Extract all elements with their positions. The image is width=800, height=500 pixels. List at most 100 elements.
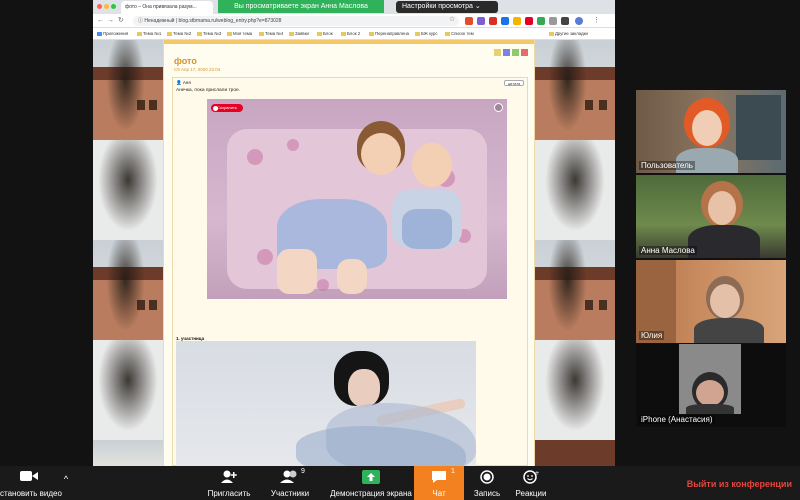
color-swatch[interactable] [503,49,510,56]
url-text: blog.stbmama.ru/weblog_entry.php?e=87302… [178,18,282,24]
participant-tile[interactable]: Юлия [636,260,786,343]
view-settings-label: Настройки просмотра [402,3,473,10]
wallpaper-tile [93,340,163,440]
extension-icon[interactable] [501,17,509,25]
wallpaper-tile [535,140,615,240]
bookmark-item[interactable]: Тема №4 [259,31,283,36]
add-user-icon [221,470,237,483]
emoji-add-icon: + [523,470,539,484]
minimize-window-dot[interactable] [104,4,109,9]
participants-label: Участники [270,489,310,498]
extension-icon[interactable] [489,17,497,25]
folder-icon [415,31,420,36]
visual-search-icon[interactable] [494,103,503,112]
leave-meeting-button[interactable]: Выйти из конференции [687,479,792,489]
profile-avatar-icon[interactable] [575,17,583,25]
record-button[interactable]: Запись [466,466,508,500]
bookmark-item[interactable]: БЖ курс [415,31,438,36]
video-options-button[interactable]: ^ [58,466,74,500]
record-label: Запись [473,489,501,498]
extension-icon[interactable] [477,17,485,25]
close-window-dot[interactable] [97,4,102,9]
extension-icon[interactable] [537,17,545,25]
url-field[interactable]: ⓘ Ненадежный | blog.stbmama.ru/weblog_en… [133,16,459,26]
entry-body: 👤 Аня цитата Анечка, пока прислали трое. [172,77,528,466]
folder-icon [259,31,264,36]
bookmark-item[interactable]: Тема №1 [137,31,161,36]
participant-name: Пользователь [639,161,695,170]
photo-children[interactable]: Сохранить [207,99,507,299]
blog-page: фото C9 Апр 17, 2020 22:04 👤 Аня цитата … [93,40,615,466]
meeting-toolbar: становить видео ^ Пригласить 9 Участники… [0,466,800,500]
folder-icon [137,31,142,36]
blog-column: фото C9 Апр 17, 2020 22:04 👤 Аня цитата … [163,40,535,466]
reactions-button[interactable]: + Реакции [510,466,552,500]
video-label: становить видео [0,489,62,498]
menu-kebab-icon[interactable]: ⋮ [593,17,600,25]
reload-icon[interactable]: ↻ [118,17,124,25]
zoom-window-dot[interactable] [111,4,116,9]
participant-name: Анна Маслова [639,246,697,255]
bookmark-item[interactable]: Блок 2 [341,31,360,36]
user-icon: 👤 [176,80,183,85]
folder-icon [167,31,172,36]
extension-icon[interactable] [549,17,557,25]
bookmark-item[interactable]: Приложения [97,31,128,36]
color-swatch[interactable] [494,49,501,56]
other-bookmarks[interactable]: Другие закладки [549,31,588,36]
reactions-label: Реакции [515,489,547,498]
chat-badge: 1 [451,468,455,475]
participant-name: iPhone (Анастасия) [639,415,715,424]
wallpaper-tile [535,40,615,140]
participants-button[interactable]: 9 Участники [264,466,316,500]
bookmark-item[interactable]: Заявки [289,31,309,36]
invite-button[interactable]: Пригласить [200,466,258,500]
star-icon[interactable]: ☆ [449,16,455,24]
shared-screen: фото – Она привязала разум... Вы просмат… [93,0,615,466]
security-label: Ненадежный [144,18,175,24]
bookmark-item[interactable]: Моя тема [227,31,252,36]
participants-count: 9 [301,468,305,475]
bookmark-item[interactable]: Блок [317,31,333,36]
share-screen-button[interactable]: Демонстрация экрана [328,466,414,500]
chat-bubble-icon [432,471,446,483]
entry-text: Анечка, пока прислали трое. [176,88,241,93]
bookmark-item[interactable]: Список тем [445,31,474,36]
zoom-meeting-window: фото – Она привязала разум... Вы просмат… [0,0,800,500]
svg-text:+: + [535,470,540,477]
wallpaper-tile [535,340,615,440]
bookmark-item[interactable]: Тема №2 [167,31,191,36]
folder-icon [341,31,346,36]
participant-tile[interactable]: iPhone (Анастасия) [636,344,786,427]
chat-button[interactable]: 1 Чат [414,466,464,500]
pinterest-save-button[interactable]: Сохранить [211,104,243,112]
participant-tile[interactable]: Анна Маслова [636,175,786,258]
video-button[interactable]: становить видео [0,466,62,500]
photo-participant-1[interactable] [176,341,476,466]
bookmark-item[interactable]: Перенаправлена [369,31,409,36]
blog-header-strip [164,40,534,44]
folder-icon [445,31,450,36]
wallpaper-tile [535,240,615,340]
bookmark-item[interactable]: Тема №3 [197,31,221,36]
extension-icon[interactable] [465,17,473,25]
quote-button[interactable]: цитата [504,80,524,86]
extension-icon[interactable] [561,17,569,25]
entry-author[interactable]: 👤 Аня [176,80,191,86]
participant-tile[interactable]: Пользователь [636,90,786,173]
extension-icon[interactable] [513,17,521,25]
record-icon [480,470,494,484]
color-swatch[interactable] [512,49,519,56]
participants-gallery: Пользователь Анна Маслова Юлия iPhone (А… [636,88,786,427]
color-swatch[interactable] [521,49,528,56]
browser-tab[interactable]: фото – Она привязала разум... [121,1,213,14]
extension-icon[interactable] [525,17,533,25]
folder-icon [197,31,202,36]
post-title[interactable]: фото [174,56,197,66]
view-settings-dropdown[interactable]: Настройки просмотра ⌄ [396,1,498,13]
back-icon[interactable]: ← [97,17,104,25]
bookmarks-bar: Приложения Тема №1 Тема №2 Тема №3 Моя т… [93,28,615,40]
address-bar-row: ← → ↻ ⓘ Ненадежный | blog.stbmama.ru/web… [93,14,615,28]
wallpaper-tile [535,440,615,466]
forward-icon[interactable]: → [107,17,114,25]
